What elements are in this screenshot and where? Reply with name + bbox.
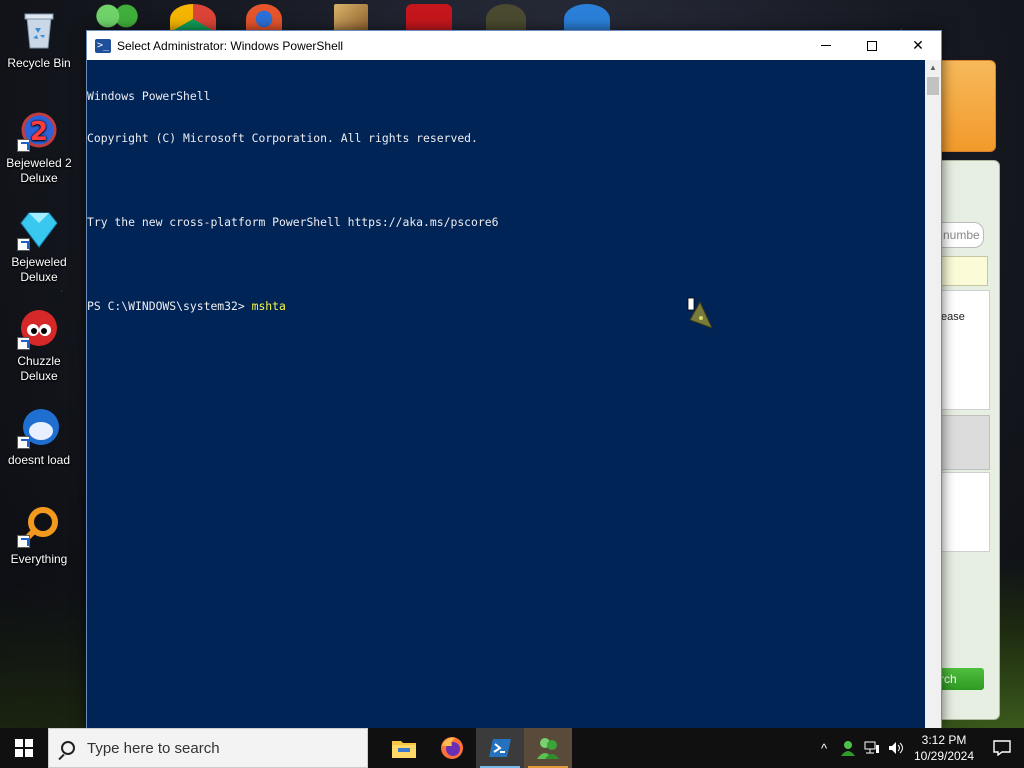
- tray-volume-icon[interactable]: [884, 728, 908, 768]
- vertical-scrollbar[interactable]: ▲: [925, 60, 941, 728]
- chuzzle-icon: [17, 306, 61, 350]
- powershell-icon: >_: [95, 38, 111, 53]
- thunderbird-icon: [17, 405, 61, 449]
- background-app-window[interactable]: numbe ease rch: [936, 50, 1006, 720]
- background-window-header: [936, 60, 996, 152]
- background-window-content: [936, 472, 990, 552]
- close-button[interactable]: ✕: [895, 31, 941, 60]
- desktop-icon-thunderbird[interactable]: doesnt load: [0, 405, 78, 468]
- background-window-text: ease: [936, 290, 990, 410]
- desktop-icon-label: Everything: [10, 552, 68, 566]
- background-window-list[interactable]: [936, 256, 988, 286]
- shortcut-arrow-icon: [17, 238, 30, 251]
- maximize-button[interactable]: [849, 31, 895, 60]
- shortcut-arrow-icon: [17, 337, 30, 350]
- shortcut-arrow-icon: [17, 139, 30, 152]
- taskbar-firefox[interactable]: [428, 728, 476, 768]
- scroll-up-icon[interactable]: ▲: [925, 60, 941, 76]
- system-tray: ^ 3:12 PM 10/29/2024: [812, 728, 1024, 768]
- taskbar-search-box[interactable]: [48, 728, 368, 768]
- file-explorer-icon: [392, 741, 416, 758]
- console-prompt-line[interactable]: PS C:\WINDOWS\system32> mshta: [87, 299, 927, 313]
- notification-icon: [993, 740, 1011, 756]
- shortcut-arrow-icon: [17, 535, 30, 548]
- recycle-bin-icon: [17, 8, 61, 52]
- bejeweled-2-icon: 2: [17, 108, 61, 152]
- console-line: Try the new cross-platform PowerShell ht…: [87, 215, 499, 229]
- minimize-icon: [821, 45, 831, 46]
- clock-time: 3:12 PM: [921, 733, 967, 747]
- tray-network-icon[interactable]: [860, 728, 884, 768]
- clock-date: 10/29/2024: [913, 749, 975, 763]
- console-output[interactable]: Windows PowerShell Copyright (C) Microso…: [87, 60, 927, 728]
- taskbar-search-input[interactable]: [87, 739, 347, 757]
- window-title: Select Administrator: Windows PowerShell: [117, 38, 344, 53]
- windows-logo-icon: [15, 739, 33, 757]
- tray-user-icon[interactable]: [836, 728, 860, 768]
- desktop-icon-label: Bejeweled Deluxe: [11, 255, 67, 284]
- console-line: Windows PowerShell: [87, 89, 211, 103]
- shortcut-arrow-icon: [17, 436, 30, 449]
- background-window-search-button[interactable]: rch: [936, 668, 984, 690]
- network-icon: [864, 741, 879, 754]
- drag-cursor-icon: [686, 296, 714, 332]
- taskbar-file-explorer[interactable]: [380, 728, 428, 768]
- user-green-icon: [841, 741, 855, 756]
- taskbar-clock[interactable]: 3:12 PM 10/29/2024: [908, 732, 980, 764]
- desktop-icon-label: doesnt load: [7, 453, 71, 467]
- background-window-input[interactable]: numbe: [936, 222, 984, 248]
- users-green-icon: [537, 738, 559, 759]
- desktop-icon-recycle-bin[interactable]: Recycle Bin: [0, 8, 78, 71]
- console-prompt: PS C:\WINDOWS\system32>: [87, 299, 252, 313]
- desktop-icon-everything[interactable]: Everything: [0, 504, 78, 567]
- action-center-button[interactable]: [980, 728, 1024, 768]
- maximize-icon: [867, 40, 877, 51]
- taskbar-users-app[interactable]: [524, 728, 572, 768]
- powershell-window[interactable]: >_ Select Administrator: Windows PowerSh…: [86, 30, 942, 728]
- chevron-up-icon: ^: [820, 740, 828, 756]
- taskbar-powershell[interactable]: [476, 728, 524, 768]
- console-command: mshta: [251, 299, 286, 313]
- desktop-icon-chuzzle[interactable]: Chuzzle Deluxe: [0, 306, 78, 384]
- desktop-icon-label: Chuzzle Deluxe: [17, 354, 61, 383]
- show-hidden-icons-button[interactable]: ^: [812, 728, 836, 768]
- speaker-icon: [889, 742, 903, 754]
- minimize-button[interactable]: [803, 31, 849, 60]
- background-window-section: [936, 415, 990, 470]
- desktop-icon-label: Bejeweled 2 Deluxe: [6, 156, 72, 185]
- svg-text:2: 2: [30, 117, 48, 147]
- scroll-thumb[interactable]: [927, 77, 939, 95]
- powershell-icon: [489, 739, 511, 757]
- close-icon: ✕: [912, 37, 924, 53]
- bejeweled-gem-icon: [17, 207, 61, 251]
- everything-search-icon: [17, 504, 61, 548]
- desktop-icon-bejeweled[interactable]: Bejeweled Deluxe: [0, 207, 78, 285]
- desktop-icon-label: Recycle Bin: [7, 56, 71, 70]
- taskbar: ^ 3:12 PM 10/29/2024: [0, 728, 1024, 768]
- start-button[interactable]: [0, 728, 48, 768]
- window-titlebar[interactable]: >_ Select Administrator: Windows PowerSh…: [87, 31, 941, 60]
- console-line: Copyright (C) Microsoft Corporation. All…: [87, 131, 478, 145]
- desktop-icon-bejeweled-2[interactable]: 2 Bejeweled 2 Deluxe: [0, 108, 78, 186]
- firefox-icon: [441, 737, 463, 759]
- search-icon: [61, 741, 75, 755]
